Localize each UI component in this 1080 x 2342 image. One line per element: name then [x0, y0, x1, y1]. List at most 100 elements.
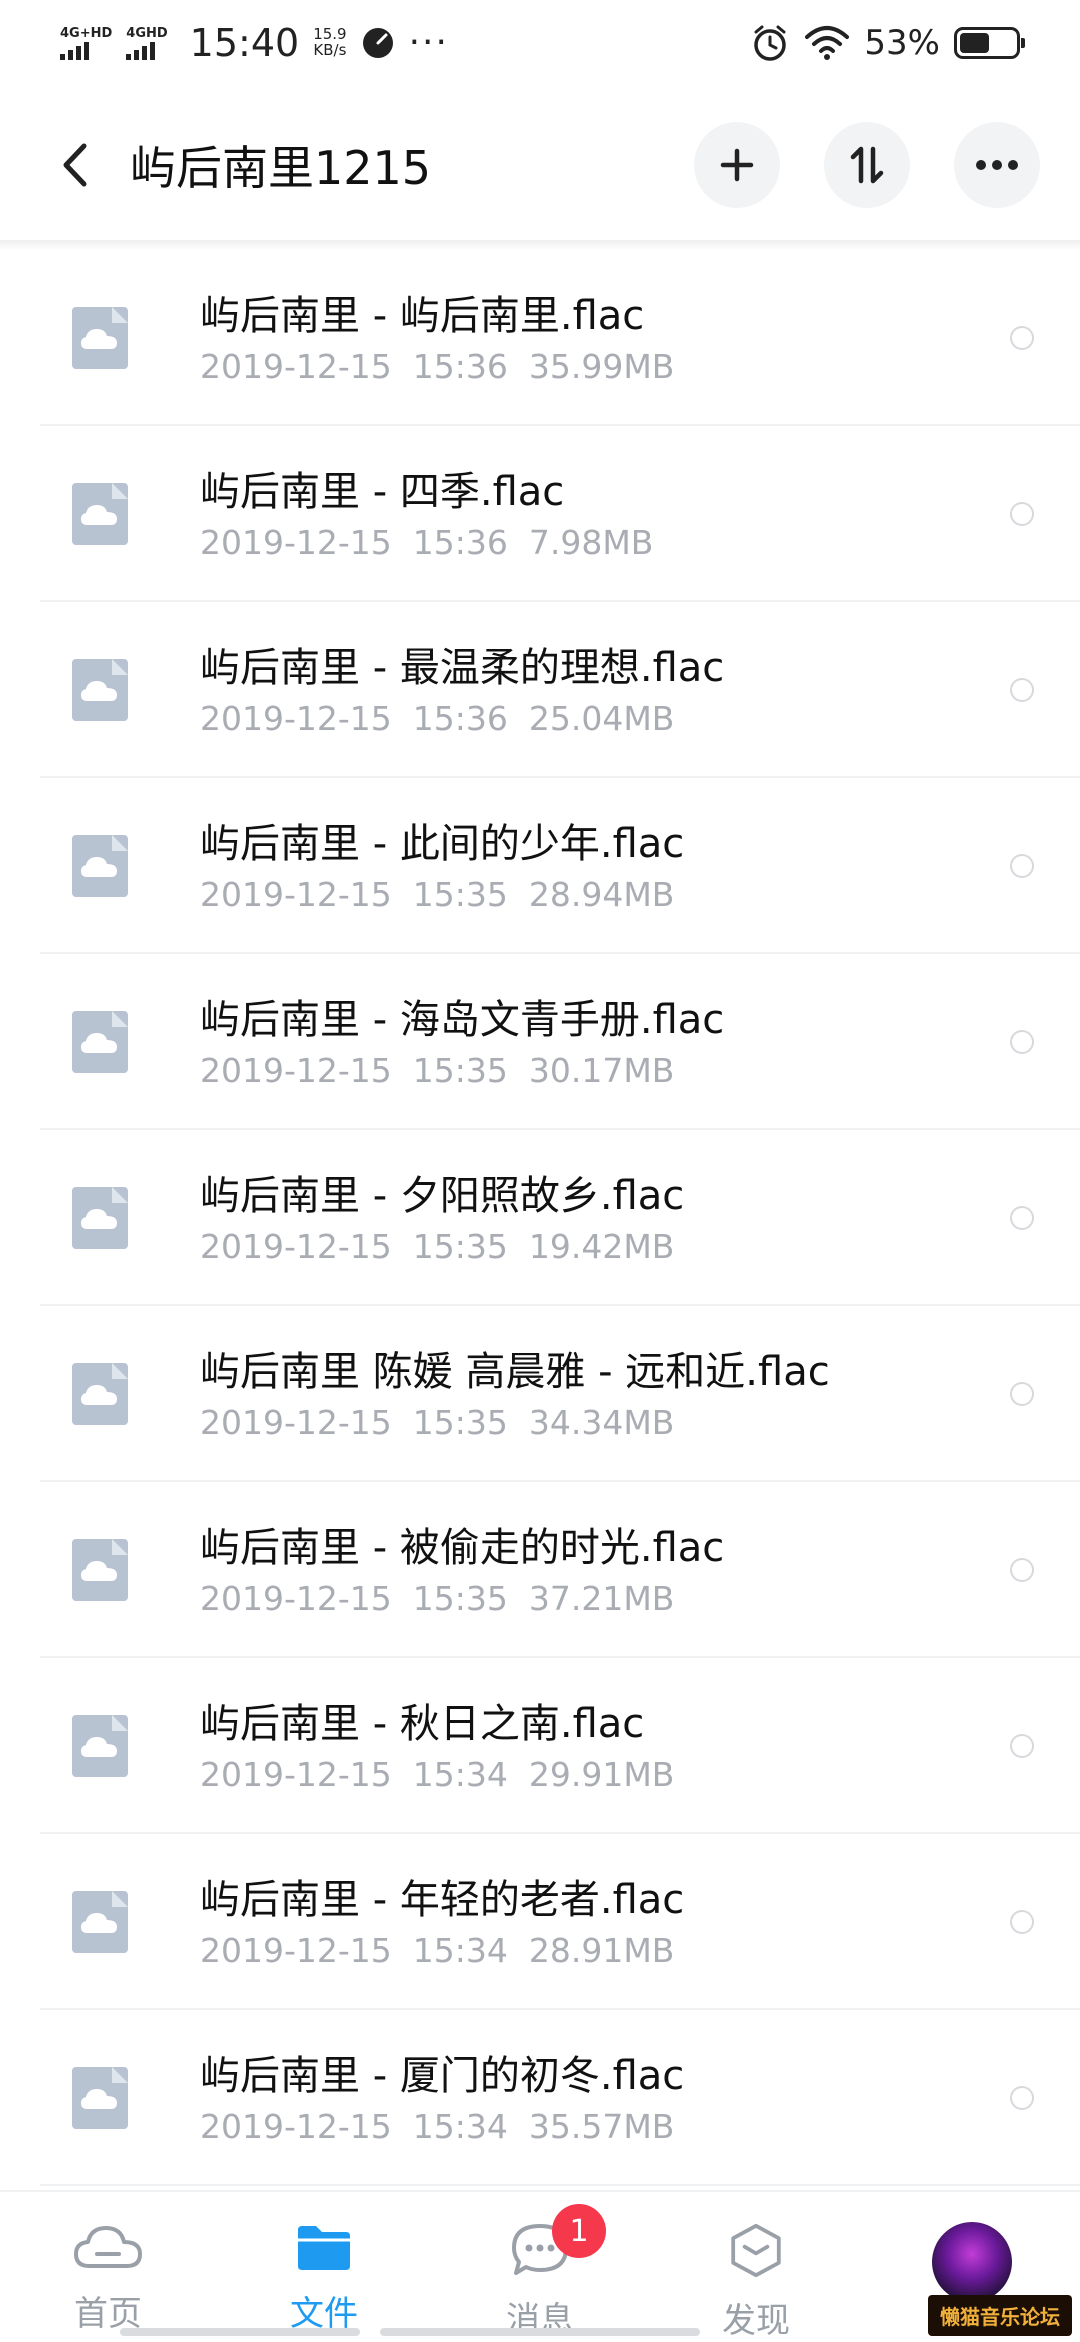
select-radio[interactable] [1010, 1558, 1034, 1582]
file-time: 15:35 [412, 1578, 508, 1618]
select-radio[interactable] [1010, 502, 1034, 526]
file-name: 屿后南里 - 被偷走的时光.flac [200, 1524, 725, 1571]
select-radio[interactable] [1010, 1030, 1034, 1054]
file-list: 屿后南里 - 屿后南里.flac 2019-12-15 15:36 35.99MB… [0, 250, 1080, 2186]
chevron-left-icon [63, 143, 87, 187]
cloud-file-icon [72, 1363, 128, 1425]
file-meta: 2019-12-15 15:35 19.42MB [200, 1227, 960, 1266]
plus-icon [720, 148, 754, 182]
sort-button[interactable] [824, 122, 910, 208]
file-text: 屿后南里 - 最温柔的理想.flac 2019-12-15 15:36 25.04… [200, 643, 960, 738]
signal-bars-icon [126, 41, 156, 60]
file-row[interactable]: 屿后南里 - 此间的少年.flac 2019-12-15 15:35 28.94M… [0, 778, 1080, 954]
file-row[interactable]: 屿后南里 - 被偷走的时光.flac 2019-12-15 15:35 37.21… [0, 1482, 1080, 1658]
file-row[interactable]: 屿后南里 - 海岛文青手册.flac 2019-12-15 15:35 30.17… [0, 954, 1080, 1130]
select-radio[interactable] [1010, 2086, 1034, 2110]
file-name: 屿后南里 - 夕阳照故乡.flac [200, 1172, 685, 1219]
select-radio[interactable] [1010, 1910, 1034, 1934]
cube-icon [731, 2223, 781, 2278]
nav-discover[interactable]: 发现 [648, 2192, 864, 2342]
select-radio[interactable] [1010, 1734, 1034, 1758]
file-time: 15:34 [412, 2106, 508, 2146]
header-divider [0, 240, 1080, 250]
clock: 15:40 [189, 21, 300, 65]
add-button[interactable] [694, 122, 780, 208]
file-size: 28.91MB [528, 1930, 675, 1970]
file-size: 35.99MB [528, 346, 675, 386]
file-time: 15:34 [412, 1754, 508, 1794]
status-bar: 4G+HD 4GHD 15:40 15.9 KB/s ··· 53% [0, 0, 1080, 86]
select-radio[interactable] [1010, 1382, 1034, 1406]
file-text: 屿后南里 - 四季.flac 2019-12-15 15:36 7.98MB [200, 467, 960, 562]
file-size: 25.04MB [528, 698, 675, 738]
back-button[interactable] [50, 130, 100, 200]
status-left: 4G+HD 4GHD 15:40 15.9 KB/s ··· [60, 21, 449, 65]
network-type-2: 4GHD [126, 25, 168, 41]
select-radio[interactable] [1010, 678, 1034, 702]
file-meta: 2019-12-15 15:35 30.17MB [200, 1051, 960, 1090]
file-name: 屿后南里 - 最温柔的理想.flac [200, 644, 725, 691]
file-time: 15:35 [412, 1402, 508, 1442]
cloud-file-icon [72, 835, 128, 897]
file-time: 15:35 [412, 1050, 508, 1090]
file-name: 屿后南里 - 此间的少年.flac [200, 820, 685, 867]
file-name: 屿后南里 陈媛 高晨雅 - 远和近.flac [200, 1348, 830, 1395]
page-title: 屿后南里1215 [130, 141, 432, 195]
file-size: 28.94MB [528, 874, 675, 914]
file-meta: 2019-12-15 15:34 28.91MB [200, 1931, 960, 1970]
cloud-file-icon [72, 659, 128, 721]
more-button[interactable] [954, 122, 1040, 208]
bottom-nav: 首页 文件 消息 1 发现 [0, 2190, 1080, 2342]
file-row[interactable]: 屿后南里 - 厦门的初冬.flac 2019-12-15 15:34 35.57M… [0, 2010, 1080, 2186]
file-text: 屿后南里 - 海岛文青手册.flac 2019-12-15 15:35 30.17… [200, 995, 960, 1090]
file-date: 2019-12-15 [200, 2106, 392, 2146]
file-row[interactable]: 屿后南里 - 最温柔的理想.flac 2019-12-15 15:36 25.04… [0, 602, 1080, 778]
select-radio[interactable] [1010, 854, 1034, 878]
file-row[interactable]: 屿后南里 - 屿后南里.flac 2019-12-15 15:36 35.99MB [0, 250, 1080, 426]
more-status-icon: ··· [408, 22, 449, 63]
cloud-file-icon [72, 1011, 128, 1073]
battery-percent: 53% [864, 23, 940, 63]
file-name: 屿后南里 - 厦门的初冬.flac [200, 2052, 685, 2099]
file-date: 2019-12-15 [200, 1754, 392, 1794]
file-text: 屿后南里 - 厦门的初冬.flac 2019-12-15 15:34 35.57M… [200, 2051, 960, 2146]
file-text: 屿后南里 - 此间的少年.flac 2019-12-15 15:35 28.94M… [200, 819, 960, 914]
select-radio[interactable] [1010, 1206, 1034, 1230]
sort-icon [850, 146, 884, 184]
gesture-bar-left [120, 2328, 360, 2336]
file-row[interactable]: 屿后南里 - 夕阳照故乡.flac 2019-12-15 15:35 19.42M… [0, 1130, 1080, 1306]
file-meta: 2019-12-15 15:36 7.98MB [200, 523, 960, 562]
gauge-icon [362, 28, 393, 58]
file-time: 15:36 [412, 522, 508, 562]
signal-bars-icon [60, 41, 89, 60]
cloud-icon [74, 2226, 142, 2268]
file-row[interactable]: 屿后南里 - 年轻的老者.flac 2019-12-15 15:34 28.91M… [0, 1834, 1080, 2010]
file-date: 2019-12-15 [200, 1050, 392, 1090]
file-size: 34.34MB [528, 1402, 675, 1442]
nav-discover-label: 发现 [722, 2301, 790, 2341]
file-text: 屿后南里 - 秋日之南.flac 2019-12-15 15:34 29.91MB [200, 1699, 960, 1794]
file-name: 屿后南里 - 屿后南里.flac [200, 292, 645, 339]
nav-messages[interactable]: 消息 1 [432, 2192, 648, 2342]
network-speed: 15.9 KB/s [313, 26, 346, 59]
file-text: 屿后南里 - 被偷走的时光.flac 2019-12-15 15:35 37.21… [200, 1523, 960, 1618]
file-size: 30.17MB [528, 1050, 675, 1090]
cloud-file-icon [72, 1187, 128, 1249]
file-meta: 2019-12-15 15:36 35.99MB [200, 347, 960, 386]
file-row[interactable]: 屿后南里 陈媛 高晨雅 - 远和近.flac 2019-12-15 15:35 3… [0, 1306, 1080, 1482]
file-date: 2019-12-15 [200, 1578, 392, 1618]
battery-fill [960, 33, 989, 53]
file-row[interactable]: 屿后南里 - 秋日之南.flac 2019-12-15 15:34 29.91MB [0, 1658, 1080, 1834]
signal-1: 4G+HD [60, 27, 112, 60]
file-meta: 2019-12-15 15:35 28.94MB [200, 875, 960, 914]
nav-files[interactable]: 文件 [216, 2192, 432, 2342]
file-size: 29.91MB [528, 1754, 675, 1794]
nav-home[interactable]: 首页 [0, 2192, 216, 2342]
more-dots-icon [976, 160, 1018, 170]
file-name: 屿后南里 - 秋日之南.flac [200, 1700, 645, 1747]
select-radio[interactable] [1010, 326, 1034, 350]
file-text: 屿后南里 - 夕阳照故乡.flac 2019-12-15 15:35 19.42M… [200, 1171, 960, 1266]
top-bar: 屿后南里1215 [0, 100, 1080, 230]
cloud-file-icon [72, 2067, 128, 2129]
file-row[interactable]: 屿后南里 - 四季.flac 2019-12-15 15:36 7.98MB [0, 426, 1080, 602]
